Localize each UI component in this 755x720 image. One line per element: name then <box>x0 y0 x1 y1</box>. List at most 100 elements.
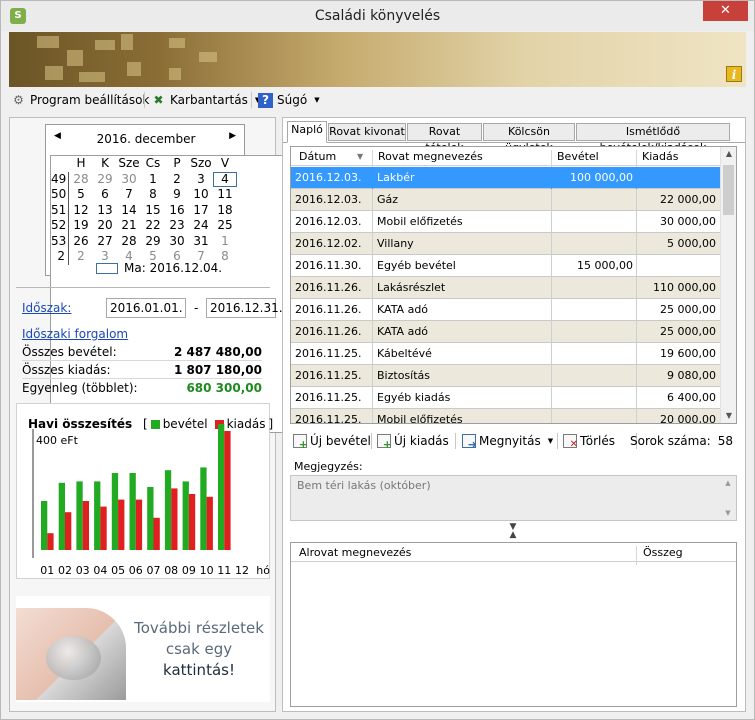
calendar[interactable]: ◀ 2016. december ▶ H K Sze Cs P Szo V 49 28 29 30 1… <box>45 124 497 433</box>
journal-toolbar: + Új bevétel + Új kiadás ➜ Megnyitás ▼ ✕… <box>290 430 737 452</box>
table-row[interactable]: 2016.11.26. KATA adó 25 000,00 <box>291 299 721 321</box>
calendar-day[interactable]: 3 <box>189 172 213 188</box>
scroll-down-icon[interactable]: ▼ <box>721 409 736 423</box>
open-button[interactable]: ➜ Megnyitás ▼ <box>462 432 553 450</box>
table-row[interactable]: 2016.11.30. Egyéb bevétel 15 000,00 <box>291 255 721 277</box>
cell-date: 2016.12.03. <box>295 171 362 184</box>
calendar-day[interactable]: 25 <box>213 218 237 234</box>
calendar-day[interactable]: 9 <box>165 187 189 203</box>
col-date[interactable]: Dátum <box>299 150 336 163</box>
calendar-day[interactable]: 31 <box>189 234 213 250</box>
calendar-day[interactable]: 28 <box>69 172 93 188</box>
calendar-day[interactable]: 15 <box>141 203 165 219</box>
next-month-icon[interactable]: ▶ <box>229 131 236 141</box>
calendar-day[interactable]: 17 <box>189 203 213 219</box>
calendar-day[interactable]: 6 <box>93 187 117 203</box>
table-row[interactable]: 2016.11.25. Kábeltévé 19 600,00 <box>291 343 721 365</box>
calendar-day[interactable]: 11 <box>213 187 237 203</box>
program-settings-menu[interactable]: ⚙ Program beállítások <box>11 91 149 109</box>
delete-button[interactable]: ✕ Törlés <box>563 432 615 450</box>
col-amount[interactable]: Összeg <box>643 546 683 559</box>
calendar-month: 2016. december <box>96 132 196 146</box>
turnover-link[interactable]: Időszaki forgalom <box>22 327 128 341</box>
calendar-day[interactable]: 26 <box>69 234 93 250</box>
calendar-day[interactable]: 1 <box>213 234 237 250</box>
close-button[interactable]: ✕ <box>703 1 748 21</box>
col-category[interactable]: Rovat megnevezés <box>378 150 483 163</box>
table-row[interactable]: 2016.11.25. Biztosítás 9 080,00 <box>291 365 721 387</box>
bar-expense <box>100 506 107 550</box>
ad-banner[interactable]: További részletek csak egy kattintás! <box>16 596 270 702</box>
period-to-input[interactable]: 2016.12.31. <box>206 298 283 318</box>
table-row[interactable]: 2016.11.25. Mobil előfizetés 20 000,00 <box>291 409 721 423</box>
note-scrollbar[interactable]: ▲ ▼ <box>721 477 735 519</box>
new-expense-button[interactable]: + Új kiadás <box>377 432 449 450</box>
open-label: Megnyitás <box>479 434 541 448</box>
calendar-day[interactable]: 16 <box>165 203 189 219</box>
maintenance-menu[interactable]: ✖ Karbantartás ▼ <box>151 91 260 109</box>
calendar-day[interactable]: 18 <box>213 203 237 219</box>
tab-category-summary[interactable]: Rovat kivonat <box>328 123 406 141</box>
calendar-day[interactable]: 13 <box>93 203 117 219</box>
calendar-day[interactable]: 1 <box>141 172 165 188</box>
calendar-day[interactable]: 21 <box>117 218 141 234</box>
calendar-day[interactable]: 4 <box>213 171 237 187</box>
table-row[interactable]: 2016.12.03. Gáz 22 000,00 <box>291 189 721 211</box>
calendar-day[interactable]: 2 <box>69 249 93 265</box>
calendar-day[interactable]: 7 <box>117 187 141 203</box>
calendar-today[interactable]: Ma: 2016.12.04. <box>96 261 222 275</box>
tab-recurring[interactable]: Ismétlődő bevételek/kiadások <box>576 123 730 154</box>
period-from-input[interactable]: 2016.01.01. <box>106 298 186 318</box>
tab-journal[interactable]: Napló <box>287 121 327 143</box>
bar-expense <box>224 431 231 550</box>
col-income[interactable]: Bevétel <box>557 150 599 163</box>
note-field[interactable]: Bem téri lakás (október) ▲ ▼ <box>290 475 737 521</box>
help-menu[interactable]: ? Súgó ▼ <box>258 91 320 109</box>
calendar-day[interactable]: 14 <box>117 203 141 219</box>
calendar-day[interactable]: 5 <box>69 187 93 203</box>
tab-loans[interactable]: Kölcsön ügyletek <box>483 123 575 154</box>
calendar-day[interactable]: 29 <box>93 172 117 188</box>
splitter-handle-icon[interactable]: ▼ ▲ <box>503 523 523 540</box>
ad-line1: További részletek <box>134 619 264 637</box>
col-subcategory[interactable]: Alrovat megnevezés <box>299 546 411 559</box>
info-icon[interactable]: i <box>726 66 742 82</box>
table-row[interactable]: 2016.12.03. Lakbér 100 000,00 <box>291 167 721 189</box>
calendar-day[interactable]: 30 <box>165 234 189 250</box>
calendar-day[interactable]: 12 <box>69 203 93 219</box>
calendar-day[interactable]: 10 <box>189 187 213 203</box>
table-row[interactable]: 2016.12.02. Villany 5 000,00 <box>291 233 721 255</box>
calendar-day[interactable]: 24 <box>189 218 213 234</box>
table-row[interactable]: 2016.11.25. Egyéb kiadás 6 400,00 <box>291 387 721 409</box>
calendar-day[interactable]: 23 <box>165 218 189 234</box>
bar-expense <box>118 499 125 550</box>
subcategory-table[interactable]: Alrovat megnevezés Összeg <box>290 542 737 707</box>
calendar-day[interactable]: 27 <box>93 234 117 250</box>
calendar-day[interactable]: 2 <box>165 172 189 188</box>
table-row[interactable]: 2016.11.26. KATA adó 25 000,00 <box>291 321 721 343</box>
table-row[interactable]: 2016.11.26. Lakásrészlet 110 000,00 <box>291 277 721 299</box>
calendar-day[interactable]: 8 <box>141 187 165 203</box>
calendar-day[interactable]: 29 <box>141 234 165 250</box>
col-expense[interactable]: Kiadás <box>642 150 678 163</box>
new-income-button[interactable]: + Új bevétel <box>293 432 371 450</box>
calendar-day[interactable]: 30 <box>117 172 141 188</box>
x-tick-label: 07 <box>147 564 161 577</box>
journal-table[interactable]: Dátum ▼ Rovat megnevezés Bevétel Kiadás … <box>290 146 737 424</box>
table-row[interactable]: 2016.12.03. Mobil előfizetés 30 000,00 <box>291 211 721 233</box>
tab-category-items[interactable]: Rovat tételek <box>407 123 482 154</box>
scroll-thumb[interactable] <box>723 165 734 215</box>
cell-date: 2016.11.26. <box>295 303 362 316</box>
calendar-day[interactable]: 28 <box>117 234 141 250</box>
period-link[interactable]: Időszak: <box>22 301 71 315</box>
calendar-day[interactable]: 22 <box>141 218 165 234</box>
bar-income <box>129 473 136 550</box>
cell-category: KATA adó <box>377 325 429 338</box>
journal-scrollbar[interactable]: ▲ ▼ <box>720 147 736 423</box>
calendar-day[interactable]: 19 <box>69 218 93 234</box>
scroll-up-icon[interactable]: ▲ <box>721 147 736 161</box>
cell-expense: 19 600,00 <box>660 347 716 360</box>
calendar-day[interactable]: 20 <box>93 218 117 234</box>
period-row: Időszak: 2016.01.01. - 2016.12.31. <box>22 298 283 320</box>
bar-income <box>94 481 101 550</box>
